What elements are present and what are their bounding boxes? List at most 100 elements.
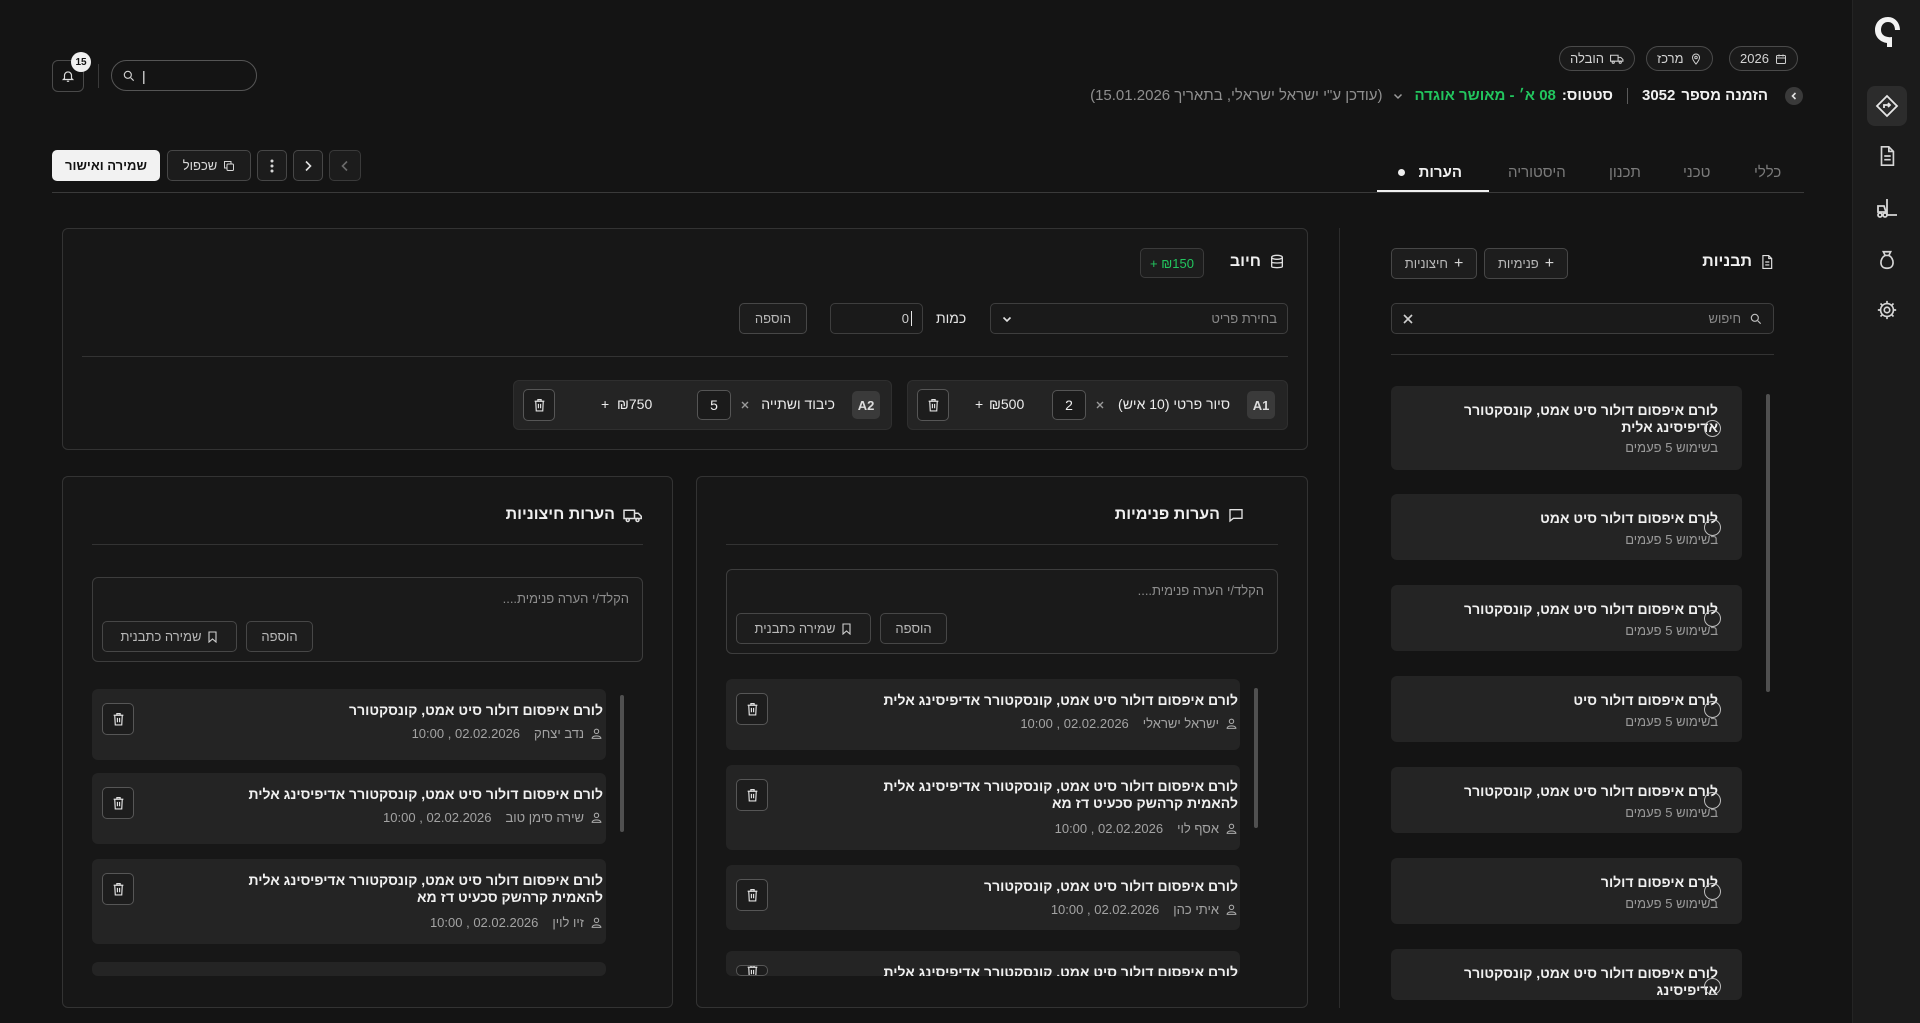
duplicate-button[interactable]: שכפול [167, 150, 251, 181]
note-card [92, 962, 606, 976]
chevron-down-icon[interactable] [1392, 90, 1404, 102]
external-save-template-button[interactable]: שמירה כתבנית [102, 621, 237, 652]
delete-note-button[interactable] [736, 965, 768, 976]
note-author: איתי כהן [1173, 902, 1219, 917]
charge-header: חיוב [1230, 253, 1285, 271]
internal-notes-scrollbar[interactable] [1254, 688, 1258, 828]
template-card[interactable] [1391, 494, 1742, 560]
note-datetime: 02.02.2026 , 10:00 [1020, 716, 1129, 731]
template-usage: בשימוש 5 פעמים [1625, 714, 1718, 729]
tab-notes[interactable]: הערות [1394, 150, 1462, 194]
tab-history[interactable]: היסטוריה [1508, 150, 1566, 194]
chevron-left-icon [1791, 92, 1797, 100]
prev-button[interactable] [329, 150, 361, 181]
template-radio[interactable] [1704, 701, 1721, 718]
template-radio[interactable] [1704, 610, 1721, 627]
delete-note-button[interactable] [736, 779, 768, 811]
templates-scrollbar[interactable] [1766, 394, 1770, 692]
templates-header: תבניות [1702, 253, 1774, 271]
charge-item-code: A2 [852, 391, 880, 419]
document-icon [1762, 255, 1773, 269]
tab-technical[interactable]: טכני [1683, 150, 1710, 194]
external-add-button[interactable]: הוספה [246, 621, 313, 652]
chevron-left-icon [341, 160, 348, 171]
settings-icon[interactable] [1867, 290, 1907, 330]
note-meta: שירה סימן טוב 02.02.2026 , 10:00 [383, 810, 603, 825]
internal-notes-title: הערות פנימיות [1114, 506, 1220, 523]
templates-search-input[interactable]: חיפוש [1391, 303, 1774, 334]
template-title: לורם איפסום דולור סיט אמט, קונסקטורר אדי… [1464, 402, 1718, 435]
directions-icon[interactable] [1867, 86, 1907, 126]
separator [1627, 87, 1628, 104]
add-external-template-button[interactable]: + חיצוניות [1391, 248, 1477, 279]
global-search-input[interactable]: | [111, 60, 257, 91]
note-text: לורם איפסום דולור סיט אמט, קונסקטורר אדי… [883, 964, 1238, 976]
clear-icon[interactable] [1402, 313, 1414, 325]
document-icon[interactable] [1867, 136, 1907, 176]
tab-general[interactable]: כללי [1754, 150, 1781, 194]
app-logo-icon[interactable] [1872, 14, 1904, 50]
note-text: לורם איפסום דולור סיט אמט, קונסקטורר [984, 878, 1238, 894]
transport-chip[interactable]: הובלה [1559, 46, 1635, 71]
internal-save-template-button[interactable]: שמירה כתבנית [736, 613, 871, 644]
delete-charge-item-button[interactable] [523, 389, 555, 421]
money-bag-icon[interactable] [1867, 240, 1907, 280]
region-chip[interactable]: מרכז [1646, 46, 1713, 71]
note-meta: נדב יצחק 02.02.2026 , 10:00 [412, 726, 603, 741]
internal-add-button[interactable]: הוספה [880, 613, 947, 644]
global-search-value: | [142, 67, 146, 84]
bookmark-icon [208, 630, 218, 643]
message-icon [1229, 509, 1243, 523]
charge-item-qty[interactable]: 2 [1052, 390, 1086, 420]
item-select[interactable]: בחירת פריט [990, 303, 1288, 334]
charge-item-qty[interactable]: 5 [697, 390, 731, 420]
icon-rail [1852, 0, 1920, 1023]
tab-planning[interactable]: תכנון [1609, 150, 1641, 194]
template-card[interactable] [1391, 585, 1742, 651]
delete-note-button[interactable] [102, 703, 134, 735]
charge-divider [82, 356, 1288, 357]
year-chip[interactable]: 2026 [1729, 46, 1798, 71]
status-value[interactable]: 08 א׳ - מאושר אוגדה [1414, 87, 1555, 104]
more-options-button[interactable] [257, 150, 287, 181]
divider [98, 64, 99, 88]
quantity-input[interactable]: 0 [830, 303, 923, 334]
template-radio[interactable] [1704, 420, 1721, 437]
template-usage: בשימוש 5 פעמים [1625, 805, 1718, 820]
note-author: נדב יצחק [534, 726, 584, 741]
note-text: לורם איפסום דולור סיט אמט, קונסקטורר [349, 702, 603, 718]
template-card[interactable] [1391, 858, 1742, 924]
delete-note-button[interactable] [736, 879, 768, 911]
charge-item-name: סיור פרטי (10 איש) [1118, 396, 1230, 412]
region-label: מרכז [1657, 51, 1684, 66]
external-notes-scrollbar[interactable] [620, 695, 624, 832]
template-card[interactable] [1391, 676, 1742, 742]
template-radio[interactable] [1704, 883, 1721, 900]
external-note-placeholder: הקלד/י הערה פנימית.... [502, 591, 629, 606]
truck-icon [1610, 54, 1624, 64]
save-approve-button[interactable]: שמירה ואישור [52, 150, 160, 181]
transport-label: הובלה [1570, 51, 1604, 66]
template-radio[interactable] [1704, 978, 1721, 995]
template-title: לורם איפסום דולור [1600, 874, 1718, 890]
bookmark-icon [842, 622, 852, 635]
database-icon [1271, 254, 1283, 269]
delete-note-button[interactable] [102, 873, 134, 905]
year-label: 2026 [1740, 51, 1769, 66]
template-radio[interactable] [1704, 519, 1721, 536]
external-notes-divider [92, 544, 643, 545]
charge-add-button[interactable]: הוספה [739, 303, 807, 334]
forklift-icon[interactable] [1867, 188, 1907, 228]
delete-charge-item-button[interactable] [917, 389, 949, 421]
delete-note-button[interactable] [736, 693, 768, 725]
multiply-icon [1096, 401, 1104, 409]
note-meta: איתי כהן 02.02.2026 , 10:00 [1051, 902, 1238, 917]
next-button[interactable] [293, 150, 323, 181]
note-datetime: 02.02.2026 , 10:00 [429, 915, 539, 930]
search-icon [1750, 313, 1762, 324]
template-radio[interactable] [1704, 792, 1721, 809]
add-internal-template-button[interactable]: + פנימיות [1484, 248, 1568, 279]
delete-note-button[interactable] [102, 787, 134, 819]
template-card[interactable] [1391, 767, 1742, 833]
back-button[interactable] [1785, 87, 1803, 105]
